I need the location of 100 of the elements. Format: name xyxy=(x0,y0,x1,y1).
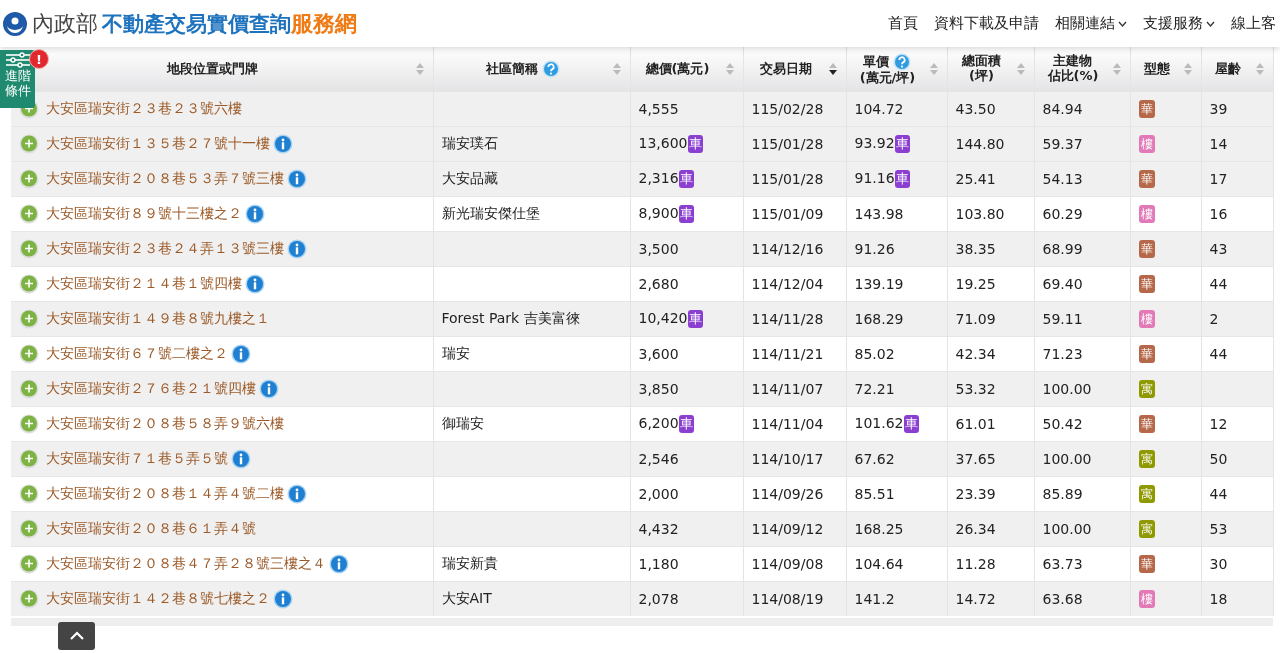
building-ratio: 71.23 xyxy=(1042,345,1083,362)
total-area: 38.35 xyxy=(955,240,996,257)
building-ratio: 68.99 xyxy=(1042,240,1083,257)
parking-badge: 車 xyxy=(678,204,694,223)
building-age: 2 xyxy=(1209,310,1219,327)
community-name: 瑞安 xyxy=(441,344,470,361)
total-price: 3,600 xyxy=(638,345,679,362)
building-type-tag: 樓 xyxy=(1138,309,1155,328)
unit-price: 85.02 xyxy=(854,345,895,362)
community-name: 瑞安璞石 xyxy=(441,134,498,151)
total-price: 13,600 xyxy=(638,134,688,151)
building-ratio: 63.73 xyxy=(1042,555,1083,572)
building-type-tag: 樓 xyxy=(1138,204,1155,223)
trade-date: 114/11/21 xyxy=(751,345,824,362)
total-area: 53.32 xyxy=(955,380,996,397)
building-type-tag: 華 xyxy=(1138,274,1155,293)
building-age: 44 xyxy=(1209,345,1228,362)
parking-badge: 車 xyxy=(894,169,910,188)
trade-date: 114/11/28 xyxy=(751,310,824,327)
trade-date: 114/09/12 xyxy=(751,520,824,537)
total-area: 23.39 xyxy=(955,485,996,502)
parking-badge: 車 xyxy=(687,309,703,328)
total-area: 25.41 xyxy=(955,170,996,187)
total-price: 8,900 xyxy=(638,204,679,221)
building-type-tag: 華 xyxy=(1138,239,1155,258)
building-type-tag: 寓 xyxy=(1138,379,1155,398)
building-age: 17 xyxy=(1209,170,1228,187)
trade-date: 114/09/08 xyxy=(751,555,824,572)
trade-date: 114/09/26 xyxy=(751,485,824,502)
total-price: 1,180 xyxy=(638,555,679,572)
building-type-tag: 華 xyxy=(1138,554,1155,573)
unit-price: 139.19 xyxy=(854,275,904,292)
total-price: 10,420 xyxy=(638,309,688,326)
total-price: 4,555 xyxy=(638,100,679,117)
total-area: 26.34 xyxy=(955,520,996,537)
community-name: 大安品藏 xyxy=(441,169,498,186)
building-type-tag: 寓 xyxy=(1138,449,1155,468)
total-price: 3,500 xyxy=(638,240,679,257)
building-ratio: 100.00 xyxy=(1042,520,1092,537)
building-type-tag: 樓 xyxy=(1138,589,1155,608)
trade-date: 115/02/28 xyxy=(751,100,824,117)
trade-date: 114/11/07 xyxy=(751,380,824,397)
total-price: 3,850 xyxy=(638,380,679,397)
building-age: 39 xyxy=(1209,100,1228,117)
building-age: 18 xyxy=(1209,590,1228,607)
building-age: 44 xyxy=(1209,275,1228,292)
total-area: 19.25 xyxy=(955,275,996,292)
site-title-suffix: 服務網 xyxy=(291,9,357,38)
trade-date: 114/12/04 xyxy=(751,275,824,292)
unit-price: 91.16 xyxy=(854,169,895,186)
total-price: 2,000 xyxy=(638,485,679,502)
total-area: 42.34 xyxy=(955,345,996,362)
building-ratio: 54.13 xyxy=(1042,170,1083,187)
total-area: 71.09 xyxy=(955,310,996,327)
building-ratio: 85.89 xyxy=(1042,485,1083,502)
total-area: 103.80 xyxy=(955,205,1005,222)
building-ratio: 60.29 xyxy=(1042,205,1083,222)
unit-price: 91.26 xyxy=(854,240,895,257)
total-price: 2,078 xyxy=(638,590,679,607)
community-name: 新光瑞安傑仕堡 xyxy=(441,204,540,221)
building-type-tag: 華 xyxy=(1138,169,1155,188)
building-age: 14 xyxy=(1209,135,1228,152)
site-title: 不動產交易實價查詢 xyxy=(102,10,291,38)
trade-date: 115/01/28 xyxy=(751,135,824,152)
unit-price: 141.2 xyxy=(854,590,895,607)
trade-date: 115/01/09 xyxy=(751,205,824,222)
parking-badge: 車 xyxy=(687,134,703,153)
total-price: 2,546 xyxy=(638,450,679,467)
unit-price: 93.92 xyxy=(854,134,895,151)
community-name: 大安AIT xyxy=(441,589,492,606)
unit-price: 104.72 xyxy=(854,100,904,117)
unit-price: 168.25 xyxy=(854,520,904,537)
total-area: 61.01 xyxy=(955,415,996,432)
parking-badge: 車 xyxy=(678,414,694,433)
community-name: Forest Park 吉美富徠 xyxy=(441,309,580,326)
community-name: 御瑞安 xyxy=(441,414,484,431)
parking-badge: 車 xyxy=(903,414,919,433)
total-area: 11.28 xyxy=(955,555,996,572)
total-price: 6,200 xyxy=(638,414,679,431)
building-ratio: 63.68 xyxy=(1042,590,1083,607)
building-age: 12 xyxy=(1209,415,1228,432)
trade-date: 115/01/28 xyxy=(751,170,824,187)
unit-price: 104.64 xyxy=(854,555,904,572)
trade-date: 114/11/04 xyxy=(751,415,824,432)
building-type-tag: 寓 xyxy=(1138,484,1155,503)
building-type-tag: 寓 xyxy=(1138,519,1155,538)
total-area: 43.50 xyxy=(955,100,996,117)
building-age: 43 xyxy=(1209,240,1228,257)
total-price: 2,680 xyxy=(638,275,679,292)
building-age: 30 xyxy=(1209,555,1228,572)
building-type-tag: 樓 xyxy=(1138,134,1155,153)
building-ratio: 59.11 xyxy=(1042,310,1083,327)
total-area: 14.72 xyxy=(955,590,996,607)
building-type-tag: 華 xyxy=(1138,414,1155,433)
total-price: 2,316 xyxy=(638,169,679,186)
building-ratio: 59.37 xyxy=(1042,135,1083,152)
trade-date: 114/10/17 xyxy=(751,450,824,467)
total-area: 144.80 xyxy=(955,135,1005,152)
ministry-name: 內政部 xyxy=(32,9,98,38)
building-ratio: 100.00 xyxy=(1042,450,1092,467)
